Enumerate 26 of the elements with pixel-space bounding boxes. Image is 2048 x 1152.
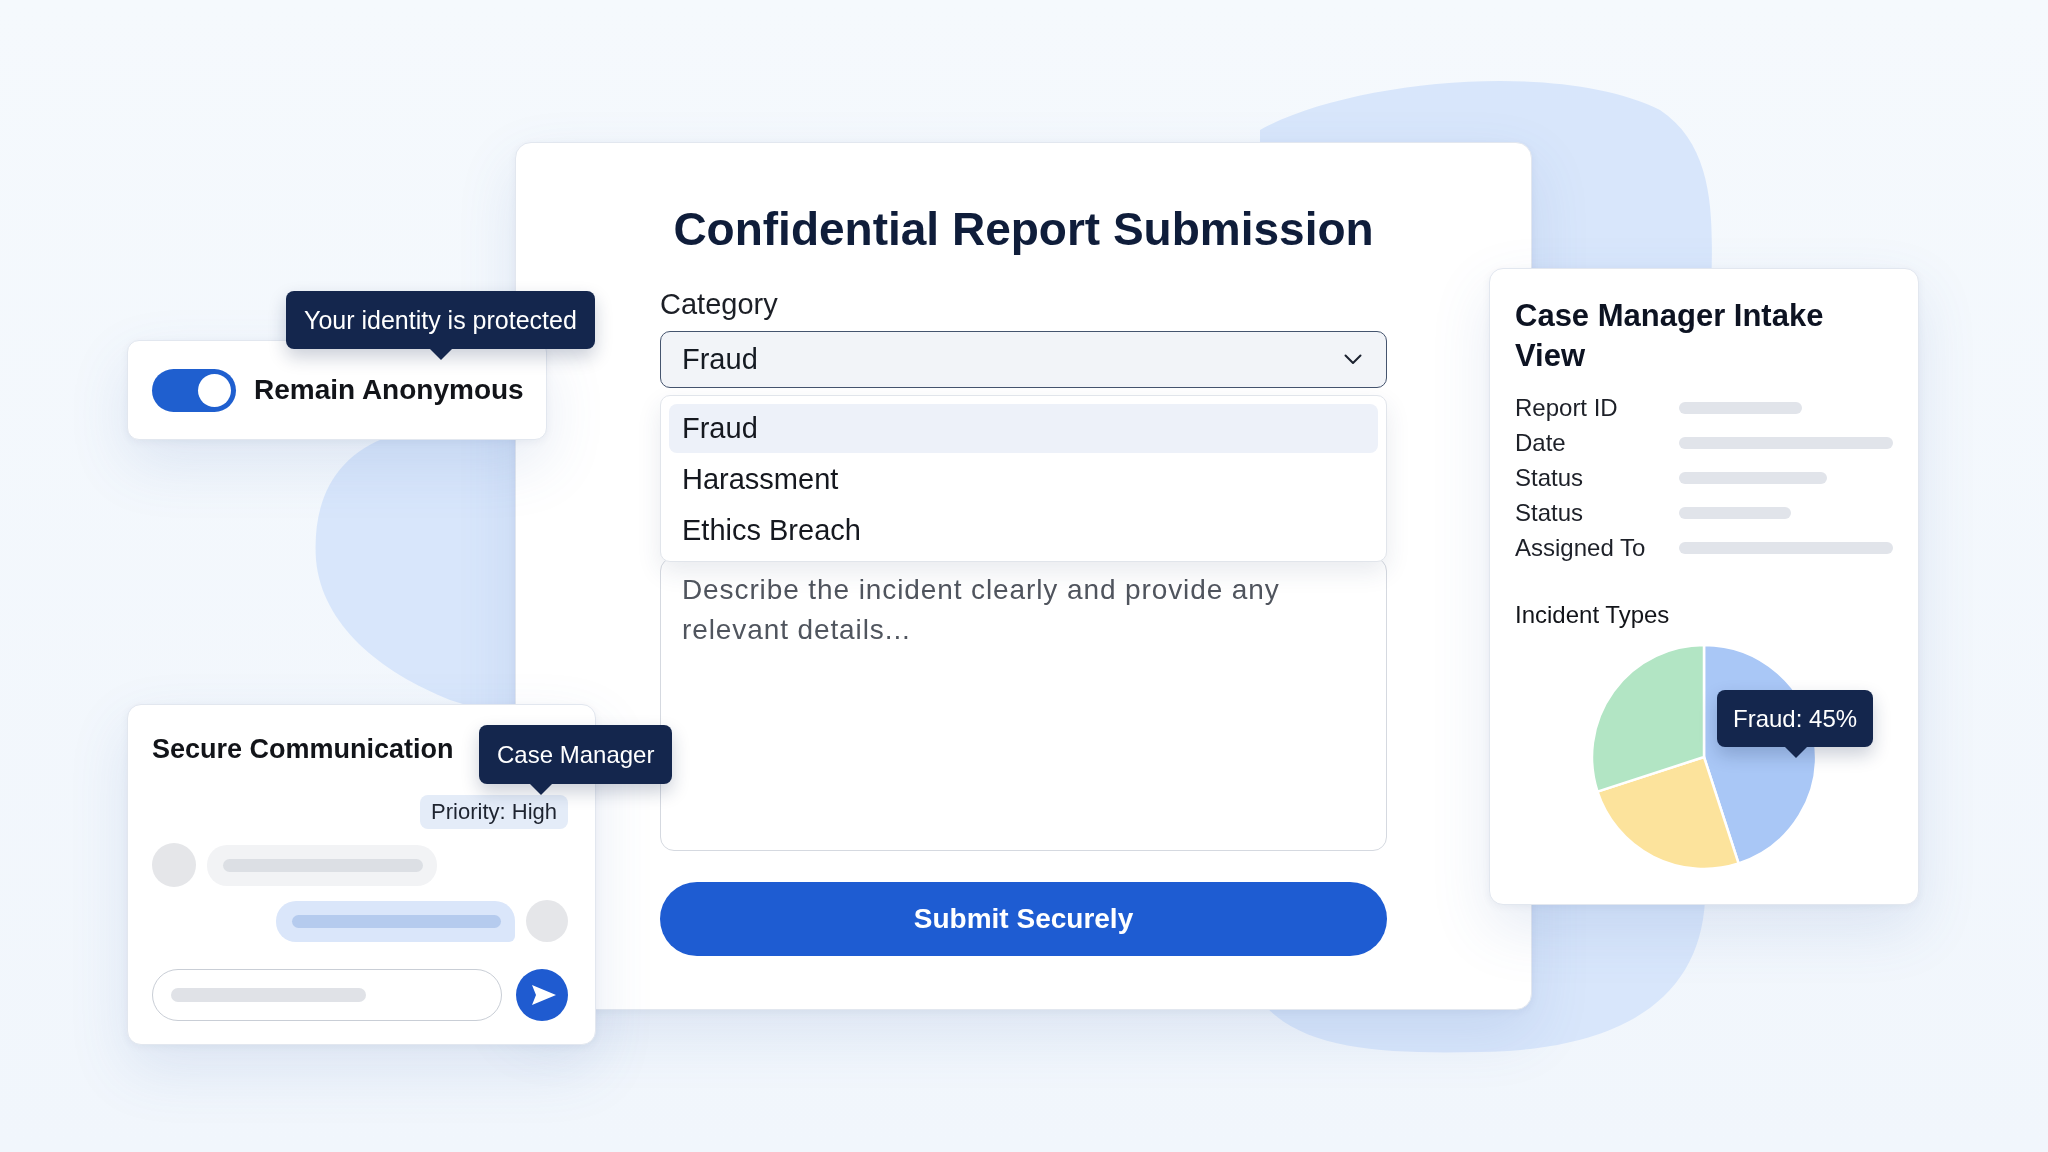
field-label: Status <box>1515 463 1585 492</box>
chevron-down-icon <box>1344 354 1362 365</box>
avatar-icon <box>152 843 196 887</box>
dropdown-option[interactable]: Harassment <box>669 455 1378 504</box>
category-select[interactable]: Fraud <box>660 331 1387 388</box>
field-label: Status <box>1515 498 1585 527</box>
dropdown-option[interactable]: Fraud <box>669 404 1378 453</box>
message-input-field[interactable] <box>152 969 502 1021</box>
dropdown-option[interactable]: Ethics Breach <box>669 506 1378 555</box>
field-label: Date <box>1515 428 1567 457</box>
card-title: Secure Communication <box>152 733 454 766</box>
chart-tooltip: Fraud: 45% <box>1717 690 1874 758</box>
send-icon <box>530 984 557 1006</box>
tooltip: Your identity is protected <box>286 291 595 360</box>
submit-button[interactable]: Submit Securely <box>660 882 1387 956</box>
chart-title: Incident Types <box>1515 600 1670 630</box>
form-title: Confidential Report Submission <box>673 202 1374 257</box>
avatar-icon <box>526 900 568 942</box>
anonymous-label: Remain Anonymous <box>254 374 524 406</box>
send-button[interactable] <box>516 969 568 1021</box>
field-label: Assigned To <box>1515 533 1647 562</box>
field-label: Report ID <box>1515 393 1619 422</box>
card-title: Case Manager Intake View <box>1515 297 1825 375</box>
category-label: Category <box>660 287 778 321</box>
priority-tag: Priority: High <box>420 795 568 829</box>
anonymous-toggle[interactable] <box>152 368 236 412</box>
